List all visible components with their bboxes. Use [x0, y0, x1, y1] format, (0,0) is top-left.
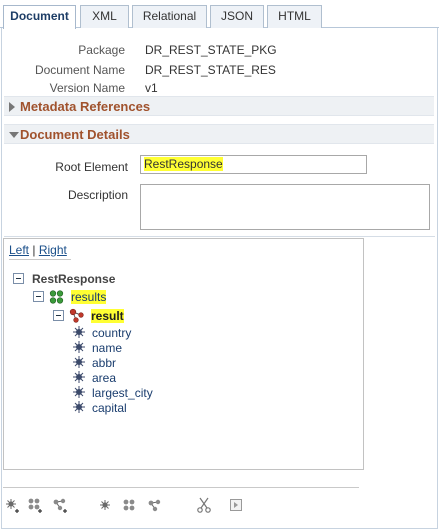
package-row: Package DR_REST_STATE_PKG — [0, 43, 439, 58]
element-icon — [73, 386, 85, 398]
compound-node-label[interactable]: result — [91, 309, 124, 323]
collapse-toggle-icon[interactable] — [13, 273, 24, 284]
toolbar-divider — [3, 487, 359, 488]
package-value: DR_REST_STATE_PKG — [145, 43, 277, 57]
expand-icon — [9, 102, 15, 112]
element-label[interactable]: capital — [92, 401, 127, 415]
paste-icon[interactable] — [228, 497, 244, 513]
element-icon — [73, 371, 85, 383]
collapse-icon — [9, 132, 19, 138]
root-element-input[interactable]: RestResponse — [140, 155, 367, 174]
tab-json[interactable]: JSON — [210, 5, 264, 28]
collapse-toggle-icon[interactable] — [33, 291, 44, 302]
element-label[interactable]: country — [92, 326, 131, 340]
add-element-icon[interactable] — [4, 497, 20, 513]
metadata-references-title: Metadata References — [20, 99, 151, 114]
left-link[interactable]: Left — [9, 243, 29, 257]
document-tree-panel: Left | Right RestResponse results result — [3, 238, 364, 470]
element-label[interactable]: largest_city — [92, 386, 153, 400]
insert-collection-icon[interactable] — [121, 497, 137, 513]
cut-icon[interactable] — [196, 497, 212, 513]
tab-document[interactable]: Document — [3, 5, 76, 29]
description-label: Description — [67, 188, 128, 202]
tab-bar: Document XML Relational JSON HTML — [0, 0, 439, 29]
description-input[interactable] — [140, 184, 430, 230]
document-details-header[interactable]: Document Details — [4, 124, 434, 144]
collection-node-label[interactable]: results — [71, 290, 107, 304]
insert-compound-icon[interactable] — [146, 497, 162, 513]
root-node-label[interactable]: RestResponse — [32, 272, 115, 286]
version-name-value: v1 — [145, 81, 158, 95]
metadata-references-header[interactable]: Metadata References — [4, 96, 434, 116]
add-compound-icon[interactable] — [52, 497, 68, 513]
compound-icon — [69, 308, 84, 323]
collection-icon — [49, 290, 64, 304]
version-name-row: Version Name v1 — [0, 81, 439, 96]
document-name-label: Document Name — [34, 63, 125, 77]
insert-element-icon[interactable] — [97, 497, 113, 513]
version-name-label: Version Name — [49, 81, 125, 95]
root-element-value: RestResponse — [144, 157, 223, 171]
add-collection-icon[interactable] — [27, 497, 43, 513]
element-label[interactable]: area — [92, 371, 116, 385]
tab-xml[interactable]: XML — [80, 5, 129, 28]
element-label[interactable]: name — [92, 341, 122, 355]
tab-html[interactable]: HTML — [267, 5, 322, 28]
left-right-links: Left | Right — [9, 243, 67, 257]
package-label: Package — [78, 43, 125, 57]
collapse-toggle-icon[interactable] — [53, 310, 64, 321]
element-icon — [73, 341, 85, 353]
root-element-label: Root Element — [55, 160, 128, 174]
divider — [9, 259, 71, 260]
left-right-separator: | — [32, 243, 36, 257]
document-details-title: Document Details — [20, 127, 130, 142]
tab-relational[interactable]: Relational — [132, 5, 207, 28]
element-icon — [73, 326, 85, 338]
element-label[interactable]: abbr — [92, 356, 116, 370]
document-name-row: Document Name DR_REST_STATE_RES — [0, 63, 439, 78]
element-icon — [73, 356, 85, 368]
document-name-value: DR_REST_STATE_RES — [145, 63, 276, 77]
element-icon — [73, 401, 85, 413]
right-link[interactable]: Right — [39, 243, 67, 257]
